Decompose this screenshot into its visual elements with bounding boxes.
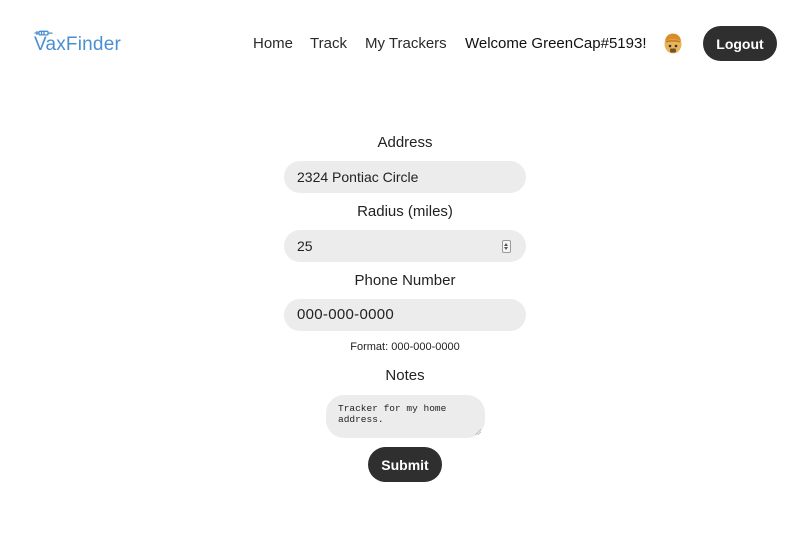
radius-input[interactable]: 25 [284, 230, 526, 262]
notes-textarea[interactable]: Tracker for my home address. [326, 395, 485, 438]
phone-label: Phone Number [354, 272, 456, 289]
radius-spinner-icon[interactable] [502, 240, 511, 253]
phone-input[interactable]: 000-000-0000 [284, 299, 526, 331]
resize-handle-icon[interactable] [474, 428, 481, 435]
address-input[interactable]: 2324 Pontiac Circle [284, 161, 526, 193]
address-label: Address [377, 134, 433, 151]
tracker-form: Address 2324 Pontiac Circle Radius (mile… [0, 0, 806, 538]
page: VaxFinder Home Track My Trackers Welcome… [0, 0, 806, 538]
phone-format-hint: Format: 000-000-0000 [350, 341, 460, 353]
notes-label: Notes [385, 367, 425, 384]
radius-label: Radius (miles) [357, 203, 453, 220]
submit-button[interactable]: Submit [368, 447, 442, 482]
